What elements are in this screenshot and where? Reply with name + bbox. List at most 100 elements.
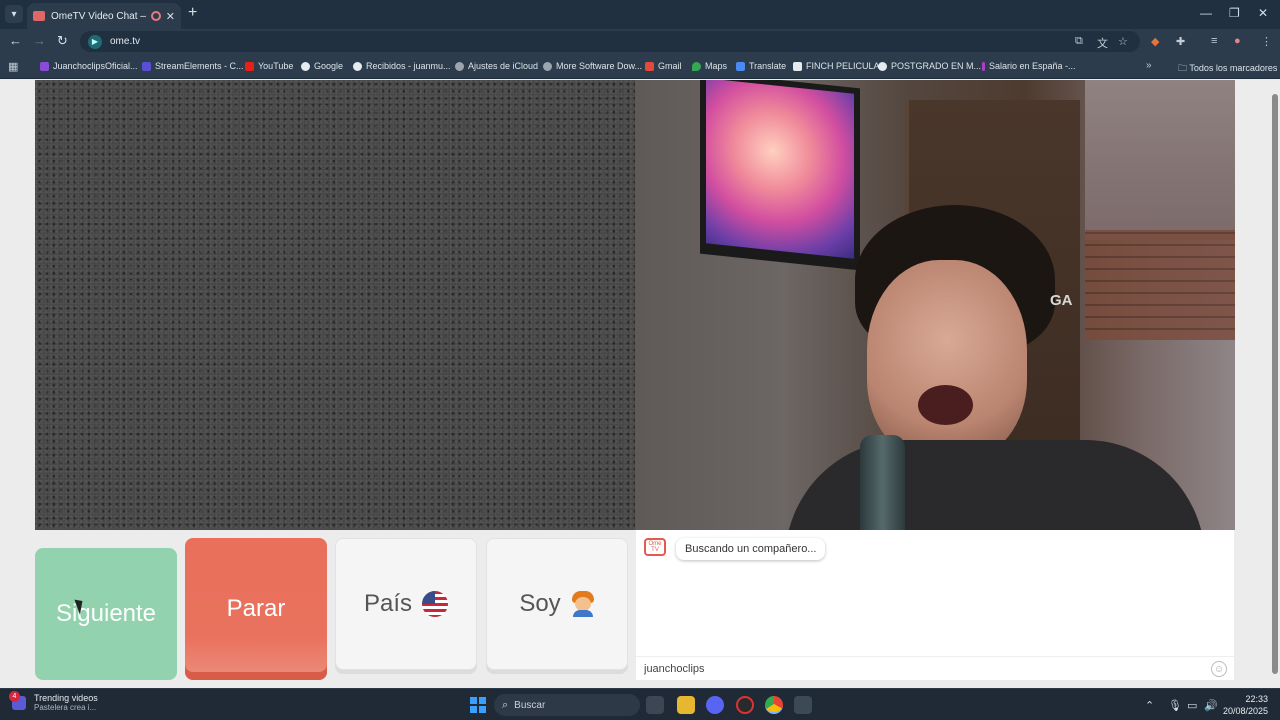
bookmark-item[interactable]: StreamElements - C... — [142, 61, 244, 71]
clock-date: 20/08/2025 — [1222, 706, 1268, 716]
all-bookmarks-folder[interactable]: 🗀 Todos los marcadores — [1178, 61, 1277, 77]
microphone — [860, 435, 905, 530]
bookmark-item[interactable]: FINCH PELICULA — [793, 61, 880, 71]
clock[interactable]: 22:33 20/08/2025 — [1222, 693, 1268, 717]
ometv-favicon-icon — [33, 11, 45, 21]
bookmark-item[interactable]: Recibidos - juanmu... — [353, 61, 451, 71]
bookmark-item[interactable]: YouTube — [245, 61, 293, 71]
google-icon — [353, 61, 362, 71]
chat-input[interactable] — [644, 660, 1204, 678]
tab-title: OmeTV Video Chat — Omegle — [51, 10, 146, 22]
bookmark-item[interactable]: POSTGRADO EN M... — [878, 61, 981, 71]
bookmark-item[interactable]: Translate — [736, 61, 786, 71]
apps-grid-icon[interactable]: ▦ — [8, 60, 18, 73]
tab-search-icon[interactable]: ▾ — [5, 5, 23, 23]
emoji-icon[interactable]: ☺ — [1211, 661, 1227, 677]
tab-ometv[interactable]: OmeTV Video Chat — Omegle ✕ — [27, 3, 181, 29]
new-tab-icon[interactable]: + — [188, 5, 197, 21]
site-info-icon[interactable]: ▶ — [88, 34, 102, 49]
close-window-icon[interactable]: ✕ — [1258, 6, 1268, 20]
us-flag-icon — [422, 591, 449, 617]
background-bricks — [1085, 230, 1235, 340]
chrome-icon[interactable] — [765, 696, 783, 714]
next-button[interactable]: Siguiente — [35, 548, 177, 680]
profile-avatar-icon[interactable]: ● — [1234, 35, 1241, 47]
apple-icon — [543, 61, 552, 71]
tab-strip: ▾ OmeTV Video Chat — Omegle ✕ + — ❐ ✕ — [0, 0, 1280, 29]
tray-chevron-icon[interactable]: ⌃ — [1145, 699, 1154, 712]
translate-icon[interactable]: 文 — [1097, 35, 1108, 51]
bookmark-star-icon[interactable]: ☆ — [1118, 35, 1128, 48]
back-icon[interactable]: ← — [9, 33, 22, 48]
bookmark-icon — [142, 61, 151, 71]
volume-icon[interactable]: 🔊 — [1204, 699, 1218, 712]
self-video: GA — [635, 80, 1235, 530]
google-icon — [301, 61, 310, 71]
scrollbar-thumb[interactable] — [1272, 94, 1278, 674]
movie-icon — [793, 61, 802, 71]
stop-button-label: Parar — [226, 595, 286, 622]
apple-icon — [455, 61, 464, 71]
person-face — [867, 260, 1027, 460]
reload-icon[interactable]: ↻ — [57, 33, 68, 49]
country-button-label: País — [363, 590, 413, 617]
bookmark-item[interactable]: Maps — [692, 61, 727, 71]
address-bar[interactable]: ▶ ome.tv — [80, 31, 1140, 52]
gender-button-label: Soy — [519, 590, 561, 617]
gender-button[interactable]: Soy — [486, 538, 628, 670]
browser-menu-icon[interactable]: ⋮ — [1261, 35, 1272, 48]
network-icon[interactable]: ▭ — [1187, 699, 1197, 712]
bookmark-item[interactable]: Gmail — [645, 61, 682, 71]
person-body — [785, 440, 1205, 530]
search-icon: ⌕ — [502, 698, 509, 711]
bookmark-item[interactable]: Ajustes de iCloud — [455, 61, 538, 71]
extensions-icon[interactable]: ✚ — [1176, 35, 1185, 48]
install-app-icon[interactable]: ⧉ — [1075, 35, 1083, 48]
stop-button[interactable]: Parar — [185, 538, 327, 680]
country-button[interactable]: País — [335, 538, 477, 670]
chat-input-row: ☺ — [636, 656, 1234, 680]
tab-media-icon[interactable]: ≡ — [1211, 35, 1217, 47]
more-bookmarks-icon[interactable]: » — [1146, 60, 1152, 71]
youtube-icon — [245, 61, 254, 71]
forward-icon[interactable]: → — [33, 33, 46, 48]
windows-taskbar: 4 Trending videos Pastelera crea i... ⌕ … — [0, 688, 1280, 720]
app-icon[interactable] — [794, 696, 812, 714]
bookmark-icon — [878, 61, 887, 71]
page-scrollbar[interactable] — [1270, 80, 1280, 688]
windows-start-icon[interactable] — [470, 697, 486, 713]
person-mouth — [918, 385, 973, 425]
chat-status-message: Buscando un compañero... — [676, 538, 826, 560]
file-explorer-icon[interactable] — [677, 696, 695, 714]
boy-avatar-icon — [571, 591, 595, 617]
discord-icon[interactable] — [706, 696, 724, 714]
url-text: ome.tv — [110, 36, 141, 47]
background-wall — [1085, 80, 1235, 240]
bookmark-item[interactable]: JuanchoclipsOficial... — [40, 61, 138, 71]
search-placeholder: Buscar — [514, 699, 546, 711]
microphone-icon[interactable]: 🎙 — [1168, 699, 1182, 712]
background-tv — [700, 80, 860, 271]
obs-icon[interactable] — [736, 696, 754, 714]
clock-time: 22:33 — [1245, 694, 1268, 704]
widget-badge: 4 — [9, 690, 20, 702]
bookmark-icon — [982, 61, 985, 71]
tv-screen — [706, 80, 854, 259]
avatar-shirt — [572, 610, 593, 617]
bookmark-item[interactable]: More Software Dow... — [543, 61, 642, 71]
restore-icon[interactable]: ❐ — [1229, 6, 1240, 20]
recording-icon — [150, 11, 161, 21]
minimize-icon[interactable]: — — [1200, 6, 1212, 20]
close-tab-icon[interactable]: ✕ — [166, 10, 175, 23]
bookmark-item[interactable]: Salario en España -... — [982, 61, 1076, 71]
gmail-icon — [645, 61, 654, 71]
news-widget[interactable]: 4 Trending videos Pastelera crea i... — [9, 690, 98, 712]
bookmark-item[interactable]: Google — [301, 61, 343, 71]
chair-logo-text: GA — [1050, 292, 1073, 309]
taskbar-search[interactable]: ⌕ Buscar — [494, 694, 640, 716]
extension-fox-icon[interactable]: ◆ — [1151, 35, 1159, 48]
avatar-face — [574, 597, 591, 611]
translate-icon — [736, 61, 745, 71]
task-view-icon[interactable] — [646, 696, 664, 714]
browser-toolbar: ← → ↻ ▶ ome.tv ⧉ 文 ☆ ◆ ✚ ≡ ● ⋮ — [0, 29, 1280, 54]
